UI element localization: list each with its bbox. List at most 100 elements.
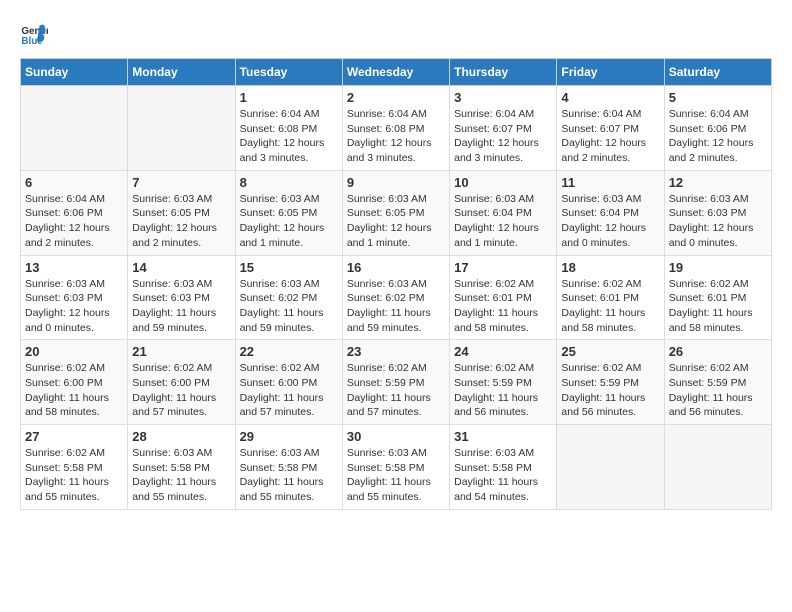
day-number: 18 bbox=[561, 260, 659, 275]
logo-icon: General Blue bbox=[20, 20, 48, 48]
day-number: 4 bbox=[561, 90, 659, 105]
calendar-header-row: SundayMondayTuesdayWednesdayThursdayFrid… bbox=[21, 59, 772, 86]
calendar-table: SundayMondayTuesdayWednesdayThursdayFrid… bbox=[20, 58, 772, 510]
day-number: 26 bbox=[669, 344, 767, 359]
day-number: 1 bbox=[240, 90, 338, 105]
calendar-cell: 29Sunrise: 6:03 AM Sunset: 5:58 PM Dayli… bbox=[235, 425, 342, 510]
day-number: 29 bbox=[240, 429, 338, 444]
calendar-cell: 16Sunrise: 6:03 AM Sunset: 6:02 PM Dayli… bbox=[342, 255, 449, 340]
day-number: 3 bbox=[454, 90, 552, 105]
calendar-cell: 12 Sunrise: 6:03 AM Sunset: 6:03 PM Dayli… bbox=[664, 170, 771, 255]
calendar-cell: 6Sunrise: 6:04 AM Sunset: 6:06 PM Daylig… bbox=[21, 170, 128, 255]
day-info: Sunrise: 6:02 AM Sunset: 6:01 PM Dayligh… bbox=[454, 277, 552, 336]
weekday-header-friday: Friday bbox=[557, 59, 664, 86]
calendar-cell: 7 Sunrise: 6:03 AM Sunset: 6:05 PM Daylig… bbox=[128, 170, 235, 255]
day-number: 21 bbox=[132, 344, 230, 359]
day-info: Sunrise: 6:02 AM Sunset: 5:59 PM Dayligh… bbox=[561, 361, 659, 420]
calendar-cell: 17 Sunrise: 6:02 AM Sunset: 6:01 PM Dayli… bbox=[450, 255, 557, 340]
calendar-cell: 5 Sunrise: 6:04 AM Sunset: 6:06 PM Daylig… bbox=[664, 86, 771, 171]
day-number: 25 bbox=[561, 344, 659, 359]
day-number: 10 bbox=[454, 175, 552, 190]
calendar-cell: 31 Sunrise: 6:03 AM Sunset: 5:58 PM Dayli… bbox=[450, 425, 557, 510]
logo: General Blue bbox=[20, 20, 52, 48]
page-header: General Blue bbox=[20, 20, 772, 48]
day-number: 15 bbox=[240, 260, 338, 275]
calendar-cell: 27Sunrise: 6:02 AM Sunset: 5:58 PM Dayli… bbox=[21, 425, 128, 510]
weekday-header-saturday: Saturday bbox=[664, 59, 771, 86]
weekday-header-wednesday: Wednesday bbox=[342, 59, 449, 86]
day-info: Sunrise: 6:04 AM Sunset: 6:08 PM Dayligh… bbox=[240, 107, 338, 166]
day-info: Sunrise: 6:02 AM Sunset: 6:01 PM Dayligh… bbox=[561, 277, 659, 336]
day-number: 8 bbox=[240, 175, 338, 190]
calendar-week-5: 27Sunrise: 6:02 AM Sunset: 5:58 PM Dayli… bbox=[21, 425, 772, 510]
day-number: 27 bbox=[25, 429, 123, 444]
calendar-cell: 20 Sunrise: 6:02 AM Sunset: 6:00 PM Dayli… bbox=[21, 340, 128, 425]
day-number: 12 bbox=[669, 175, 767, 190]
calendar-week-2: 6Sunrise: 6:04 AM Sunset: 6:06 PM Daylig… bbox=[21, 170, 772, 255]
calendar-cell bbox=[128, 86, 235, 171]
calendar-cell: 19Sunrise: 6:02 AM Sunset: 6:01 PM Dayli… bbox=[664, 255, 771, 340]
calendar-cell bbox=[21, 86, 128, 171]
day-info: Sunrise: 6:03 AM Sunset: 6:05 PM Dayligh… bbox=[132, 192, 230, 251]
day-info: Sunrise: 6:04 AM Sunset: 6:08 PM Dayligh… bbox=[347, 107, 445, 166]
calendar-cell bbox=[557, 425, 664, 510]
day-info: Sunrise: 6:03 AM Sunset: 6:02 PM Dayligh… bbox=[240, 277, 338, 336]
calendar-cell: 22Sunrise: 6:02 AM Sunset: 6:00 PM Dayli… bbox=[235, 340, 342, 425]
calendar-cell: 25 Sunrise: 6:02 AM Sunset: 5:59 PM Dayli… bbox=[557, 340, 664, 425]
calendar-cell: 21Sunrise: 6:02 AM Sunset: 6:00 PM Dayli… bbox=[128, 340, 235, 425]
day-info: Sunrise: 6:03 AM Sunset: 6:05 PM Dayligh… bbox=[240, 192, 338, 251]
calendar-cell bbox=[664, 425, 771, 510]
day-number: 7 bbox=[132, 175, 230, 190]
day-info: Sunrise: 6:03 AM Sunset: 5:58 PM Dayligh… bbox=[347, 446, 445, 505]
day-info: Sunrise: 6:03 AM Sunset: 6:03 PM Dayligh… bbox=[669, 192, 767, 251]
calendar-cell: 18 Sunrise: 6:02 AM Sunset: 6:01 PM Dayli… bbox=[557, 255, 664, 340]
calendar-cell: 10 Sunrise: 6:03 AM Sunset: 6:04 PM Dayli… bbox=[450, 170, 557, 255]
day-number: 9 bbox=[347, 175, 445, 190]
day-number: 28 bbox=[132, 429, 230, 444]
day-number: 13 bbox=[25, 260, 123, 275]
calendar-cell: 26 Sunrise: 6:02 AM Sunset: 5:59 PM Dayli… bbox=[664, 340, 771, 425]
day-number: 20 bbox=[25, 344, 123, 359]
day-number: 30 bbox=[347, 429, 445, 444]
day-number: 16 bbox=[347, 260, 445, 275]
day-number: 17 bbox=[454, 260, 552, 275]
day-info: Sunrise: 6:04 AM Sunset: 6:06 PM Dayligh… bbox=[669, 107, 767, 166]
day-info: Sunrise: 6:02 AM Sunset: 6:00 PM Dayligh… bbox=[25, 361, 123, 420]
calendar-week-1: 1 Sunrise: 6:04 AM Sunset: 6:08 PM Daylig… bbox=[21, 86, 772, 171]
day-number: 31 bbox=[454, 429, 552, 444]
calendar-week-3: 13Sunrise: 6:03 AM Sunset: 6:03 PM Dayli… bbox=[21, 255, 772, 340]
day-info: Sunrise: 6:03 AM Sunset: 6:05 PM Dayligh… bbox=[347, 192, 445, 251]
calendar-cell: 24Sunrise: 6:02 AM Sunset: 5:59 PM Dayli… bbox=[450, 340, 557, 425]
day-number: 5 bbox=[669, 90, 767, 105]
calendar-cell: 30 Sunrise: 6:03 AM Sunset: 5:58 PM Dayli… bbox=[342, 425, 449, 510]
weekday-header-monday: Monday bbox=[128, 59, 235, 86]
weekday-header-tuesday: Tuesday bbox=[235, 59, 342, 86]
day-info: Sunrise: 6:02 AM Sunset: 5:59 PM Dayligh… bbox=[454, 361, 552, 420]
calendar-cell: 8 Sunrise: 6:03 AM Sunset: 6:05 PM Daylig… bbox=[235, 170, 342, 255]
day-number: 2 bbox=[347, 90, 445, 105]
day-number: 11 bbox=[561, 175, 659, 190]
day-info: Sunrise: 6:04 AM Sunset: 6:06 PM Dayligh… bbox=[25, 192, 123, 251]
weekday-header-thursday: Thursday bbox=[450, 59, 557, 86]
weekday-header-sunday: Sunday bbox=[21, 59, 128, 86]
calendar-cell: 13Sunrise: 6:03 AM Sunset: 6:03 PM Dayli… bbox=[21, 255, 128, 340]
day-info: Sunrise: 6:04 AM Sunset: 6:07 PM Dayligh… bbox=[454, 107, 552, 166]
calendar-cell: 3 Sunrise: 6:04 AM Sunset: 6:07 PM Daylig… bbox=[450, 86, 557, 171]
calendar-cell: 28Sunrise: 6:03 AM Sunset: 5:58 PM Dayli… bbox=[128, 425, 235, 510]
calendar-cell: 11Sunrise: 6:03 AM Sunset: 6:04 PM Dayli… bbox=[557, 170, 664, 255]
calendar-cell: 2 Sunrise: 6:04 AM Sunset: 6:08 PM Daylig… bbox=[342, 86, 449, 171]
calendar-cell: 14Sunrise: 6:03 AM Sunset: 6:03 PM Dayli… bbox=[128, 255, 235, 340]
day-info: Sunrise: 6:02 AM Sunset: 5:59 PM Dayligh… bbox=[669, 361, 767, 420]
day-info: Sunrise: 6:03 AM Sunset: 6:04 PM Dayligh… bbox=[454, 192, 552, 251]
day-number: 14 bbox=[132, 260, 230, 275]
day-info: Sunrise: 6:03 AM Sunset: 5:58 PM Dayligh… bbox=[454, 446, 552, 505]
day-info: Sunrise: 6:04 AM Sunset: 6:07 PM Dayligh… bbox=[561, 107, 659, 166]
calendar-week-4: 20 Sunrise: 6:02 AM Sunset: 6:00 PM Dayli… bbox=[21, 340, 772, 425]
calendar-cell: 15 Sunrise: 6:03 AM Sunset: 6:02 PM Dayli… bbox=[235, 255, 342, 340]
calendar-cell: 23Sunrise: 6:02 AM Sunset: 5:59 PM Dayli… bbox=[342, 340, 449, 425]
day-info: Sunrise: 6:02 AM Sunset: 5:59 PM Dayligh… bbox=[347, 361, 445, 420]
day-info: Sunrise: 6:02 AM Sunset: 6:00 PM Dayligh… bbox=[240, 361, 338, 420]
calendar-cell: 9 Sunrise: 6:03 AM Sunset: 6:05 PM Daylig… bbox=[342, 170, 449, 255]
calendar-cell: 4 Sunrise: 6:04 AM Sunset: 6:07 PM Daylig… bbox=[557, 86, 664, 171]
svg-text:Blue: Blue bbox=[21, 36, 43, 47]
